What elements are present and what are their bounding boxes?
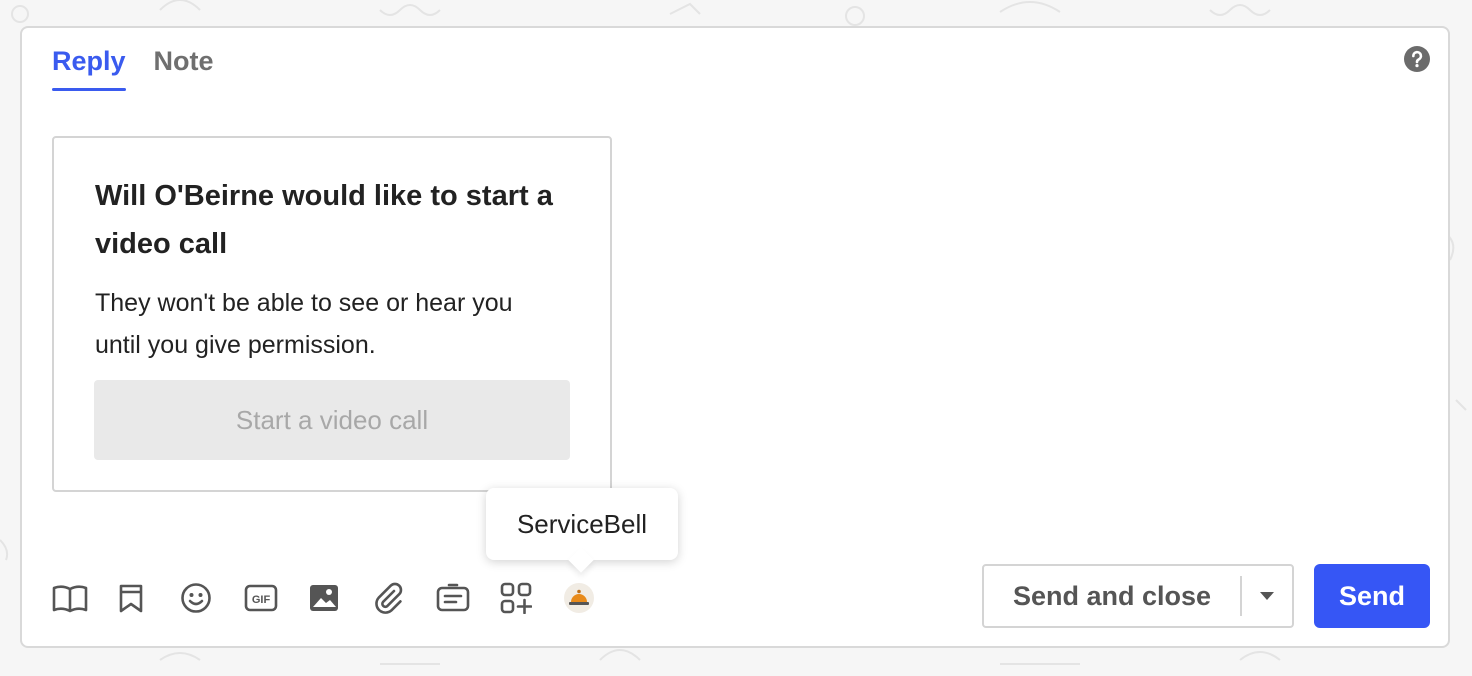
image-icon[interactable] [308,578,372,618]
attachment-icon[interactable] [372,578,436,618]
help-icon[interactable] [1404,46,1430,72]
apps-icon[interactable] [500,578,564,618]
send-and-close-group: Send and close [982,564,1294,628]
composer-toolbar: GIF [52,578,628,618]
send-and-close-button[interactable]: Send and close [984,581,1240,612]
gif-icon-text: GIF [252,594,271,606]
composer-tabs: Reply Note [52,46,214,91]
send-button[interactable]: Send [1314,564,1430,628]
video-call-title: Will O'Beirne would like to start a vide… [95,180,553,260]
servicebell-tooltip: ServiceBell [486,488,678,560]
video-call-description: They won't be able to see or hear you un… [95,289,513,359]
start-video-call-button[interactable]: Start a video call [94,380,570,460]
bookmark-icon[interactable] [116,578,180,618]
gif-icon[interactable]: GIF [244,578,308,618]
chevron-down-icon[interactable] [1242,591,1292,601]
servicebell-icon[interactable] [564,578,628,618]
emoji-icon[interactable] [180,578,244,618]
video-call-card: Will O'Beirne would like to start a vide… [52,136,612,492]
article-icon[interactable] [436,578,500,618]
reply-composer: Reply Note Will O'Beirne would like to s… [20,26,1450,648]
tab-reply[interactable]: Reply [52,46,126,91]
tab-note[interactable]: Note [154,46,214,91]
book-icon[interactable] [52,578,116,618]
